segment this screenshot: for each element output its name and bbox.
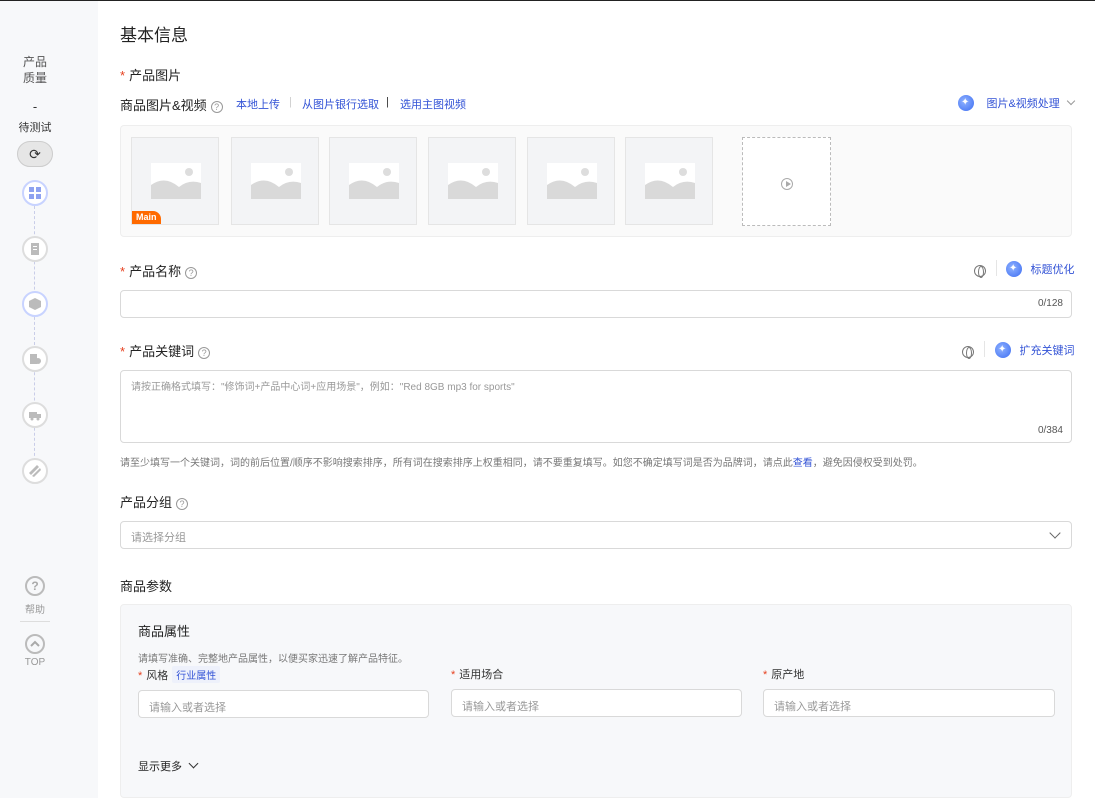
attr-origin-input[interactable]: 请输入或者选择 [763, 689, 1055, 717]
chevron-down-icon [1049, 527, 1061, 539]
images-videos-label: 商品图片&视频? [120, 95, 223, 114]
image-placeholder-icon [448, 163, 498, 199]
product-group-select[interactable]: 请选择分组 [120, 521, 1072, 549]
play-icon [781, 178, 793, 190]
divider [996, 260, 997, 276]
top-label[interactable]: TOP [0, 657, 70, 668]
attr-occasion-label: * 适用场合 [451, 669, 504, 681]
required-mark: * [763, 669, 768, 681]
refresh-icon: ⟳ [29, 145, 41, 162]
chevron-down-icon [1067, 96, 1076, 106]
refresh-button[interactable]: ⟳ [17, 141, 53, 167]
chevron-up-icon [30, 640, 40, 647]
image-slot[interactable] [428, 137, 516, 225]
params-section-title: 商品参数 [120, 579, 173, 594]
document-icon [31, 243, 39, 255]
industry-attribute-tag: 行业属性 [172, 666, 221, 683]
step-package[interactable] [22, 291, 48, 317]
product-keywords-textarea[interactable]: 请按正确格式填写："修饰词+产品中心词+应用场景"，例如："Red 8GB mp… [120, 370, 1072, 443]
main-video-link[interactable]: 选用主图视频 [400, 96, 466, 112]
product-images-label: * 产品图片 [120, 68, 182, 83]
image-placeholder-icon [547, 163, 597, 199]
image-placeholder-icon [349, 163, 399, 199]
divider [984, 341, 985, 357]
attr-origin-label: * 原产地 [763, 669, 805, 681]
image-slot[interactable] [527, 137, 615, 225]
step-details[interactable] [22, 236, 48, 262]
image-placeholder-icon [251, 163, 301, 199]
help-question-icon[interactable]: ? [210, 100, 223, 113]
quality-status: 待测试 [18, 122, 52, 134]
main-image-badge: Main [132, 211, 161, 224]
help-question-icon[interactable]: ? [176, 497, 189, 510]
grid-icon [29, 187, 41, 199]
globe-icon [974, 264, 986, 278]
attr-style-label: * 风格 行业属性 [138, 666, 221, 683]
translate-button[interactable] [962, 343, 974, 361]
sidebar-title-line2: 质量 [22, 71, 47, 85]
ai-sparkle-icon [958, 94, 974, 111]
product-attributes-panel: 商品属性 请填写准确、完整地产品属性，以便买家迅速了解产品特征。 * 风格 行业属性… [120, 604, 1072, 798]
product-name-input[interactable]: 0/128 [120, 290, 1072, 318]
quality-score: - [32, 99, 38, 114]
attributes-title: 商品属性 [138, 624, 191, 639]
truck-icon [29, 412, 41, 421]
image-upload-panel: Main [120, 125, 1072, 237]
image-video-tool-button[interactable]: 图片&视频处理 [958, 94, 1076, 112]
char-counter: 0/384 [1037, 425, 1063, 436]
main-form: 基本信息 * 产品图片 商品图片&视频? 本地上传 | 从图片银行选取 | 选用主… [98, 0, 1095, 798]
step-shipping[interactable] [22, 402, 48, 428]
char-counter: 0/128 [1037, 298, 1063, 309]
sidebar-title-line1: 产品 [22, 55, 47, 69]
ai-sparkle-icon [995, 341, 1011, 358]
globe-icon [962, 345, 974, 359]
video-upload-slot[interactable] [742, 137, 831, 226]
image-placeholder-icon [151, 163, 201, 199]
image-slot[interactable] [231, 137, 319, 225]
product-name-label: * 产品名称? [120, 261, 198, 280]
attr-occasion-input[interactable]: 请输入或者选择 [451, 689, 742, 717]
required-mark: * [120, 264, 126, 279]
attributes-desc: 请填写准确、完整地产品属性，以便买家迅速了解产品特征。 [138, 654, 408, 665]
attr-style-input[interactable]: 请输入或者选择 [138, 690, 429, 718]
image-slot[interactable] [329, 137, 417, 225]
group-placeholder: 请选择分组 [131, 532, 186, 544]
ai-sparkle-icon [1006, 260, 1022, 277]
back-to-top-icon[interactable] [25, 634, 45, 654]
step-basic-info[interactable] [22, 180, 48, 206]
link-divider: | [289, 96, 292, 108]
keywords-hint: 请至少填写一个关键词，词的前后位置/顺序不影响搜索排序，所有词在搜索排序上权重相… [120, 458, 923, 469]
link-separator: | [386, 96, 389, 108]
help-icon[interactable]: ? [25, 576, 45, 596]
keywords-placeholder: 请按正确格式填写："修饰词+产品中心词+应用场景"，例如："Red 8GB mp… [131, 382, 515, 393]
image-slot[interactable]: Main [131, 137, 219, 225]
product-group-label: 产品分组? [120, 492, 189, 511]
image-slot[interactable] [625, 137, 713, 225]
chevron-down-icon [188, 758, 199, 769]
product-keywords-label: * 产品关键词? [120, 341, 211, 360]
image-bank-link[interactable]: 从图片银行选取 [302, 96, 379, 112]
required-mark: * [451, 669, 456, 681]
required-mark: * [120, 68, 126, 83]
help-question-icon[interactable]: ? [198, 346, 211, 359]
title-optimize-button[interactable]: 标题优化 [1006, 260, 1074, 278]
step-other[interactable] [22, 458, 48, 484]
expand-keywords-button[interactable]: 扩充关键词 [995, 341, 1074, 359]
required-mark: * [138, 670, 143, 682]
box-icon [29, 298, 41, 310]
local-upload-link[interactable]: 本地上传 [236, 96, 280, 112]
image-placeholder-icon [645, 163, 695, 199]
required-mark: * [120, 344, 126, 359]
stripes-icon [29, 465, 41, 477]
help-question-icon[interactable]: ? [185, 266, 198, 279]
progress-sidebar: 产品 质量 - 待测试 ⟳ ? 帮助 TOP [0, 0, 98, 798]
translate-button[interactable] [974, 262, 986, 280]
help-label[interactable]: 帮助 [0, 601, 70, 616]
show-more-button[interactable]: 显示更多 [138, 758, 199, 774]
sidebar-divider [20, 621, 50, 622]
price-icon [30, 354, 41, 364]
section-title: 基本信息 [120, 26, 188, 45]
step-pricing[interactable] [22, 346, 48, 372]
view-brand-link[interactable]: 查看 [793, 458, 813, 469]
